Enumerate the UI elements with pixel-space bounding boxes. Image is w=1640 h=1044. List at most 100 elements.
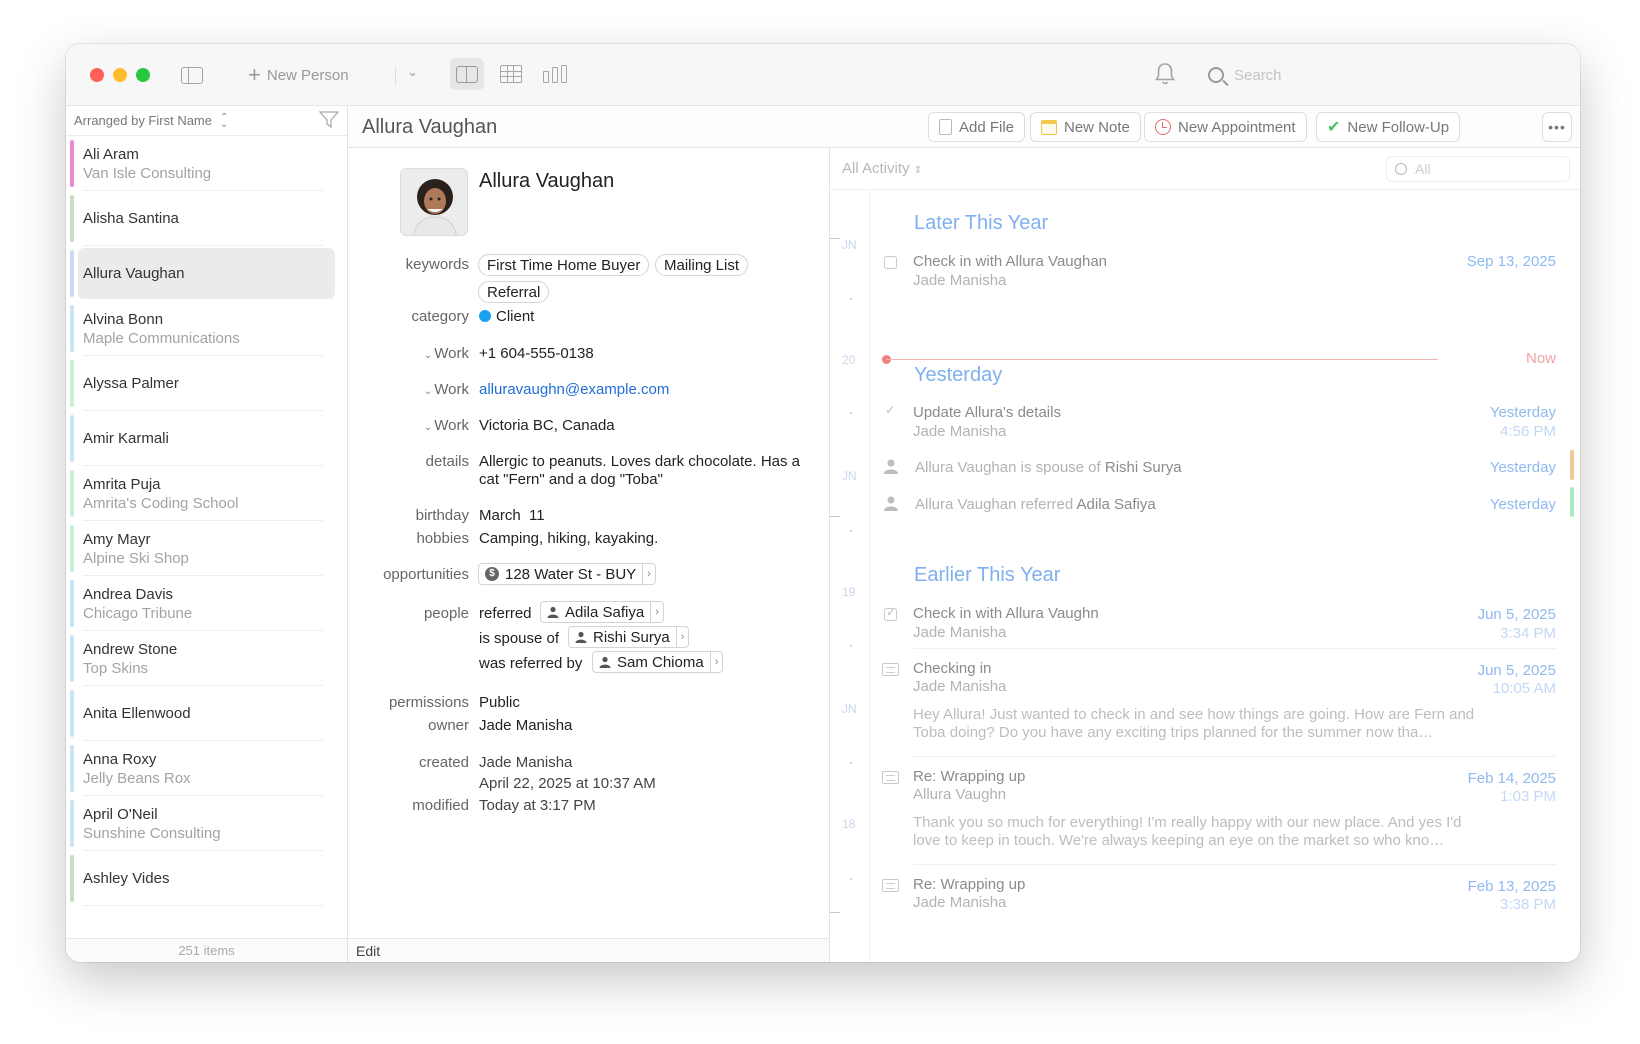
- email-link[interactable]: alluravaughn@example.com: [479, 381, 669, 398]
- sidebar-toggle-button[interactable]: [178, 62, 206, 88]
- person-name: Andrea Davis: [83, 585, 174, 603]
- chevron-right-icon[interactable]: ›: [650, 602, 663, 622]
- person-name: Alisha Santina: [83, 210, 179, 227]
- owner-label: owner: [428, 717, 469, 734]
- address-label[interactable]: ⌄ Work: [424, 417, 469, 434]
- relationship-activity[interactable]: Allura Vaughan referred Adila Safiya: [915, 496, 1156, 513]
- note-icon: [1041, 119, 1057, 135]
- divider: [83, 740, 323, 741]
- list-item[interactable]: Andrew Stone Top Skins: [70, 631, 331, 686]
- new-note-button[interactable]: New Note: [1030, 112, 1141, 142]
- activity-title[interactable]: Re: Wrapping up: [913, 768, 1025, 785]
- edit-button[interactable]: Edit: [348, 938, 829, 962]
- activity-title[interactable]: Check in with Allura Vaughn: [913, 605, 1099, 622]
- activity-title[interactable]: Check in with Allura Vaughan: [913, 253, 1107, 270]
- opportunity-chip[interactable]: $ 128 Water St - BUY ›: [478, 563, 656, 585]
- list-item[interactable]: Anna Roxy Jelly Beans Rox: [70, 741, 331, 796]
- list-item[interactable]: Amir Karmali: [70, 411, 331, 466]
- chevron-right-icon[interactable]: ›: [675, 627, 689, 647]
- list-item[interactable]: Amrita Puja Amrita's Coding School: [70, 466, 331, 521]
- related-person-chip[interactable]: Rishi Surya ›: [568, 626, 690, 648]
- list-item[interactable]: Amy Mayr Alpine Ski Shop: [70, 521, 331, 576]
- new-person-button[interactable]: + New Person ⌄: [226, 58, 432, 92]
- divider: [913, 648, 1556, 649]
- list-item[interactable]: April O'Neil Sunshine Consulting: [70, 796, 331, 851]
- new-appointment-button[interactable]: New Appointment: [1144, 112, 1307, 142]
- chevron-down-icon[interactable]: ⌄: [407, 64, 418, 80]
- address-type: Work: [434, 417, 469, 434]
- divider: [83, 575, 323, 576]
- list-item[interactable]: Alvina Bonn Maple Communications: [70, 301, 331, 356]
- new-note-label: New Note: [1064, 118, 1130, 136]
- relationship-activity[interactable]: Allura Vaughan is spouse of Rishi Surya: [915, 459, 1182, 476]
- completed-checkbox[interactable]: [884, 403, 897, 420]
- window-controls: [90, 68, 150, 82]
- person-organization: Sunshine Consulting: [83, 824, 221, 842]
- more-actions-button[interactable]: •••: [1542, 112, 1572, 142]
- people-label: people: [423, 605, 469, 622]
- minimize-window-button[interactable]: [113, 68, 127, 82]
- person-organization: Maple Communications: [83, 329, 240, 347]
- list-item[interactable]: Andrea Davis Chicago Tribune: [70, 576, 331, 631]
- keyword-tag[interactable]: First Time Home Buyer: [478, 254, 650, 276]
- filter-icon[interactable]: [319, 111, 339, 129]
- dollar-icon: $: [485, 567, 499, 581]
- color-tag: [70, 250, 74, 297]
- new-followup-button[interactable]: ✔ New Follow-Up: [1316, 112, 1461, 142]
- activity-date: Yesterday: [1489, 404, 1556, 421]
- activity-title[interactable]: Checking in: [913, 660, 991, 677]
- list-item[interactable]: Allura Vaughan: [70, 246, 335, 301]
- table-view-button[interactable]: [494, 58, 528, 90]
- new-person-label: New Person: [266, 66, 349, 84]
- phone-label[interactable]: ⌄ Work: [424, 345, 469, 362]
- timeline-dot: [850, 530, 852, 532]
- divider: [83, 520, 323, 521]
- person-name: Andrew Stone: [83, 640, 178, 658]
- color-tag: [70, 470, 74, 517]
- permissions-value[interactable]: Public: [479, 694, 520, 711]
- list-item[interactable]: Alisha Santina: [70, 191, 331, 246]
- chevron-right-icon[interactable]: ›: [642, 564, 655, 584]
- activity-title[interactable]: Update Allura's details: [913, 404, 1061, 421]
- completed-checkbox[interactable]: [884, 605, 897, 621]
- hobbies-value[interactable]: Camping, hiking, kayaking.: [479, 530, 658, 547]
- category-value[interactable]: Client: [479, 308, 534, 325]
- birthday-value[interactable]: March 11: [479, 507, 545, 524]
- person-detail-pane: Allura Vaughan keywords First Time Home …: [348, 148, 830, 962]
- search-field[interactable]: Search: [1194, 58, 1564, 92]
- relationship-object: Rishi Surya: [1104, 459, 1182, 476]
- list-item[interactable]: Anita Ellenwood: [70, 686, 331, 741]
- keyword-tag[interactable]: Referral: [478, 281, 550, 303]
- address-value[interactable]: Victoria BC, Canada: [479, 417, 615, 434]
- avatar[interactable]: [400, 168, 468, 236]
- keyword-tag[interactable]: Mailing List: [655, 254, 749, 276]
- activity-title[interactable]: Re: Wrapping up: [913, 876, 1025, 893]
- list-item[interactable]: Ali Aram Van Isle Consulting: [70, 136, 331, 191]
- chevron-right-icon[interactable]: ›: [709, 652, 723, 672]
- person-organization: Alpine Ski Shop: [83, 549, 189, 567]
- split-view-button[interactable]: [450, 58, 484, 90]
- details-value[interactable]: Allergic to peanuts. Loves dark chocolat…: [479, 453, 809, 489]
- columns-view-button[interactable]: [538, 58, 572, 90]
- permissions-label: permissions: [388, 694, 469, 711]
- close-window-button[interactable]: [90, 68, 104, 82]
- activity-search-field[interactable]: All: [1386, 156, 1570, 182]
- person-name: Anita Ellenwood: [83, 705, 191, 722]
- email-label[interactable]: ⌄ Work: [424, 381, 469, 398]
- phone-value[interactable]: +1 604-555-0138: [479, 345, 594, 362]
- table-icon: [500, 65, 522, 83]
- list-item[interactable]: Alyssa Palmer: [70, 356, 331, 411]
- list-sort-control[interactable]: Arranged by First Name ⌃ ⌄: [66, 106, 347, 136]
- related-person-chip[interactable]: Adila Safiya ›: [540, 601, 664, 623]
- person-organization: Top Skins: [83, 659, 149, 677]
- timeline-label: 20: [842, 353, 856, 367]
- zoom-window-button[interactable]: [136, 68, 150, 82]
- followup-checkbox[interactable]: [884, 256, 897, 269]
- list-item[interactable]: Ashley Vides: [70, 851, 331, 906]
- related-person-chip[interactable]: Sam Chioma ›: [592, 651, 724, 673]
- timeline-scrubber[interactable]: JN 20 JN 19 JN 18: [830, 190, 870, 962]
- activity-filter-dropdown[interactable]: All Activity ⇕: [842, 160, 922, 177]
- add-file-button[interactable]: Add File: [928, 112, 1026, 142]
- bell-icon[interactable]: [1152, 60, 1178, 88]
- owner-value[interactable]: Jade Manisha: [479, 717, 572, 734]
